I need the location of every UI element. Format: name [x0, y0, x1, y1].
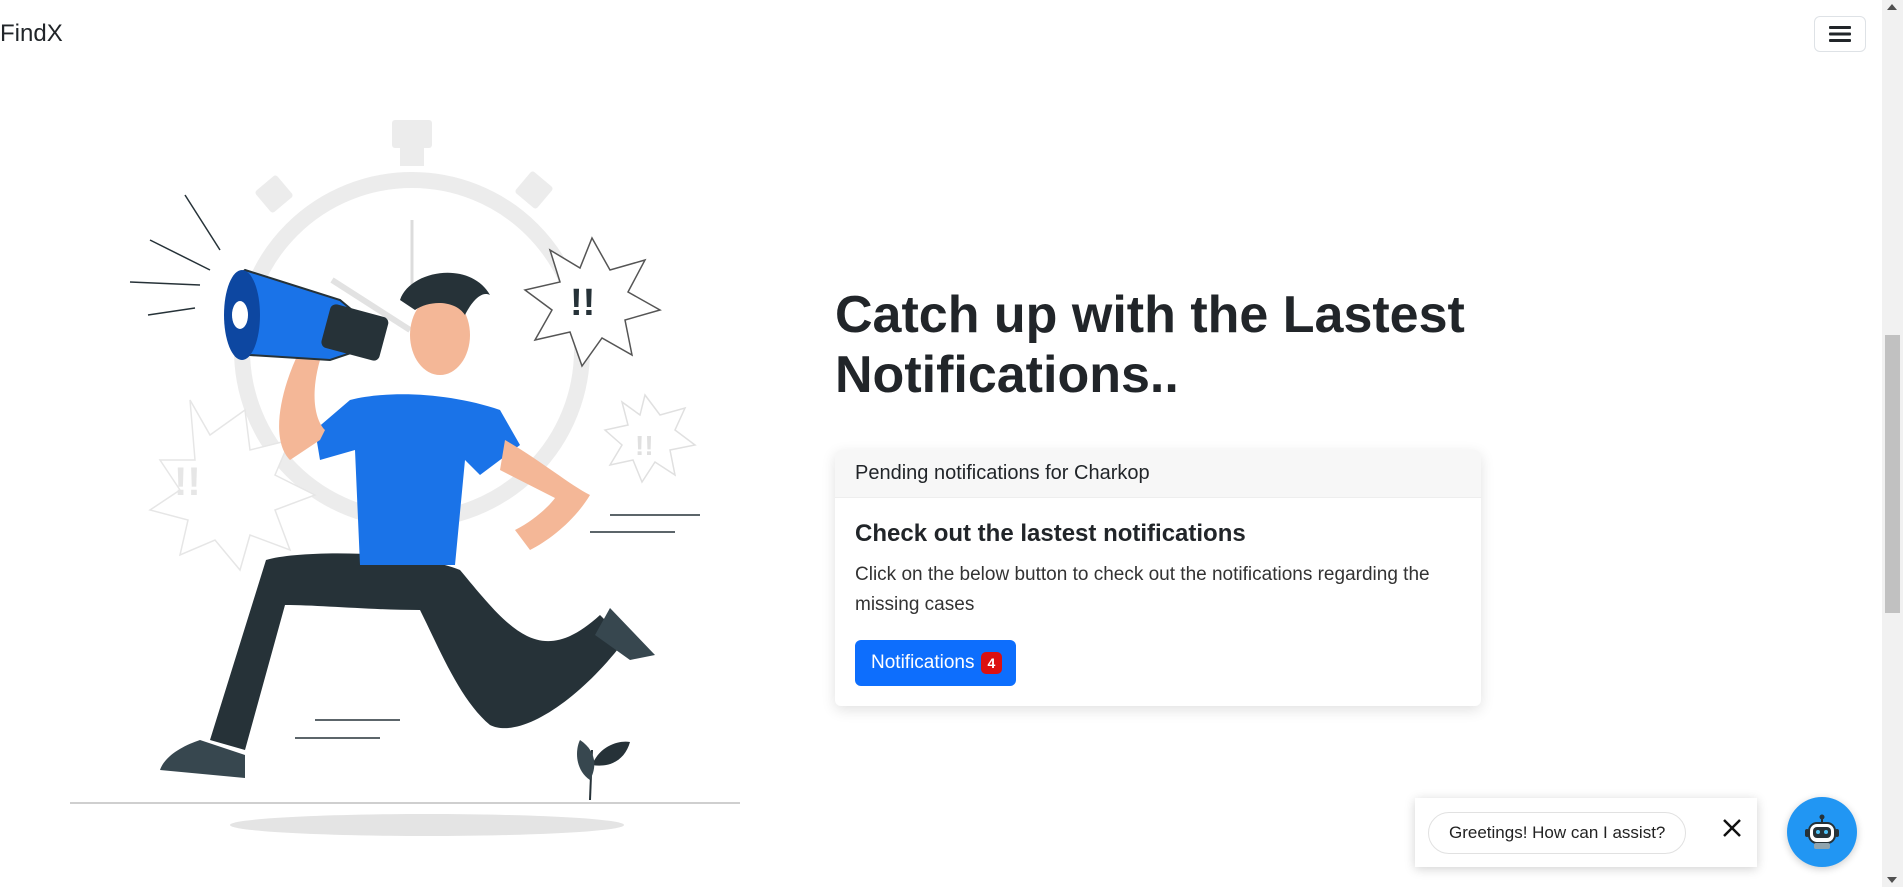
- chat-greeting-bubble[interactable]: Greetings! How can I assist?: [1428, 812, 1687, 854]
- card-body: Check out the lastest notifications Clic…: [835, 498, 1481, 706]
- page-title: Catch up with the Lastest Notifications.…: [835, 286, 1465, 404]
- navbar-toggler-button[interactable]: [1814, 16, 1866, 52]
- chat-greeting-popup: Greetings! How can I assist?: [1415, 798, 1757, 867]
- navbar: FindX: [0, 0, 1882, 72]
- scroll-down-arrow-icon[interactable]: [1887, 877, 1897, 883]
- notifications-card: Pending notifications for Charkop Check …: [835, 450, 1481, 706]
- notifications-button-label: Notifications: [871, 652, 975, 673]
- card-text: Click on the below button to check out t…: [855, 564, 1430, 615]
- notifications-button[interactable]: Notifications 4: [855, 640, 1017, 686]
- chatbot-robot-icon: [1805, 814, 1839, 849]
- brand-logo[interactable]: FindX: [0, 20, 63, 48]
- scroll-up-arrow-icon[interactable]: [1887, 4, 1897, 10]
- hamburger-menu-icon: [1829, 26, 1851, 42]
- card-header: Pending notifications for Charkop: [835, 450, 1481, 498]
- page-scrollbar[interactable]: [1882, 0, 1903, 887]
- chatbot-launcher-button[interactable]: [1787, 797, 1857, 867]
- notification-count-badge: 4: [980, 652, 1003, 674]
- scrollbar-thumb[interactable]: [1885, 335, 1900, 613]
- card-title: Check out the lastest notifications: [855, 520, 1246, 547]
- illustration-exclaim-text: !!: [635, 430, 654, 461]
- close-icon[interactable]: [1720, 816, 1744, 840]
- illustration-exclaim-text: !!: [174, 460, 201, 504]
- man-running-with-megaphone-illustration: !! !! !!: [70, 120, 740, 836]
- illustration-exclaim-text: !!: [570, 282, 595, 324]
